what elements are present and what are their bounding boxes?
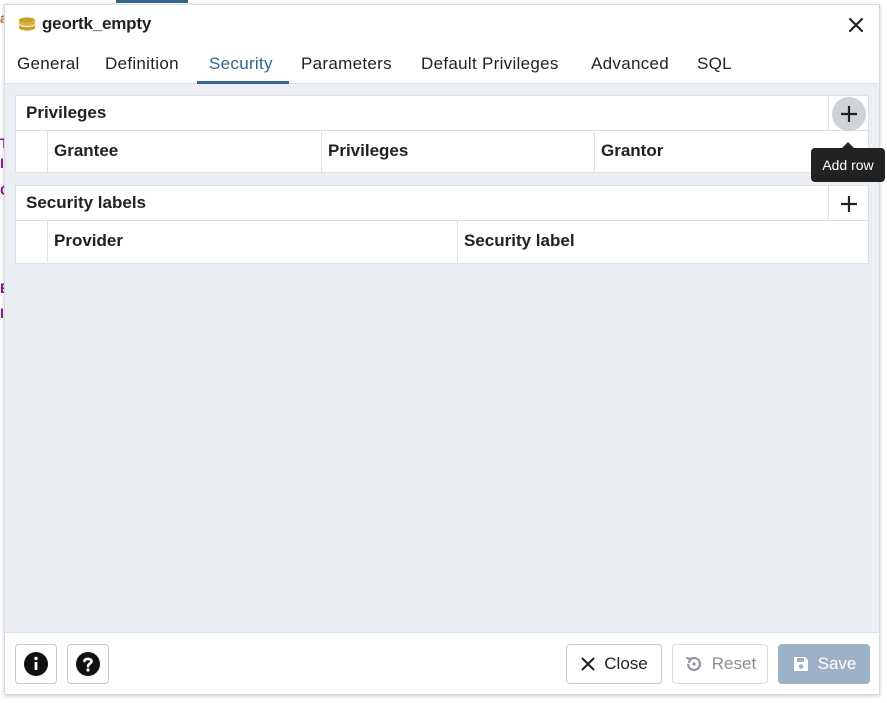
column-security-label[interactable]: Security label [458, 221, 868, 262]
tab-bar: General Definition Security Parameters D… [5, 45, 879, 84]
dialog-footer: Close Reset Save [5, 632, 879, 694]
dialog-title: geortk_empty [42, 14, 152, 33]
privileges-header: Privileges [16, 96, 868, 131]
add-privilege-button[interactable] [828, 96, 868, 131]
save-button-label: Save [817, 654, 857, 673]
reset-button-label: Reset [711, 654, 757, 673]
help-button[interactable] [67, 644, 109, 684]
privileges-panel: Privileges Grantee Privileges Grantor [15, 95, 869, 173]
tab-security[interactable]: Security [197, 45, 289, 84]
security-labels-title: Security labels [26, 193, 147, 212]
security-labels-column-header: Provider Security label [16, 221, 868, 262]
security-labels-panel: Security labels Provider Security label [15, 185, 869, 264]
tab-parameters[interactable]: Parameters [289, 45, 404, 84]
save-icon [793, 657, 808, 671]
reset-icon [685, 656, 701, 671]
help-icon [76, 652, 100, 676]
info-icon [24, 652, 48, 676]
plus-icon [840, 105, 857, 122]
tab-sql[interactable]: SQL [685, 45, 744, 84]
add-security-label-button[interactable] [828, 186, 868, 221]
database-icon [19, 17, 35, 31]
column-grantee[interactable]: Grantee [48, 131, 322, 172]
tab-default-privileges[interactable]: Default Privileges [409, 45, 571, 84]
tab-definition[interactable]: Definition [93, 45, 191, 84]
background-tab-indicator [116, 0, 188, 3]
add-button-highlight [831, 96, 866, 131]
save-button[interactable]: Save [778, 644, 870, 684]
reset-button[interactable]: Reset [672, 644, 768, 684]
privileges-title: Privileges [26, 103, 107, 122]
close-icon[interactable] [846, 15, 866, 35]
row-selector-column [16, 221, 48, 262]
privileges-column-header: Grantee Privileges Grantor [16, 131, 868, 172]
add-row-tooltip: Add row [811, 142, 885, 182]
column-privileges[interactable]: Privileges [322, 131, 595, 172]
close-button-label: Close [604, 654, 648, 673]
column-provider[interactable]: Provider [48, 221, 458, 262]
properties-dialog: geortk_empty General Definition Security… [4, 4, 880, 695]
close-icon [581, 657, 595, 671]
close-button[interactable]: Close [566, 644, 662, 684]
row-selector-column [16, 131, 48, 172]
plus-icon [840, 195, 857, 212]
tab-general[interactable]: General [5, 45, 92, 84]
security-labels-header: Security labels [16, 186, 868, 221]
tab-advanced[interactable]: Advanced [579, 45, 681, 84]
dialog-titlebar: geortk_empty [5, 5, 879, 45]
info-button[interactable] [15, 644, 57, 684]
